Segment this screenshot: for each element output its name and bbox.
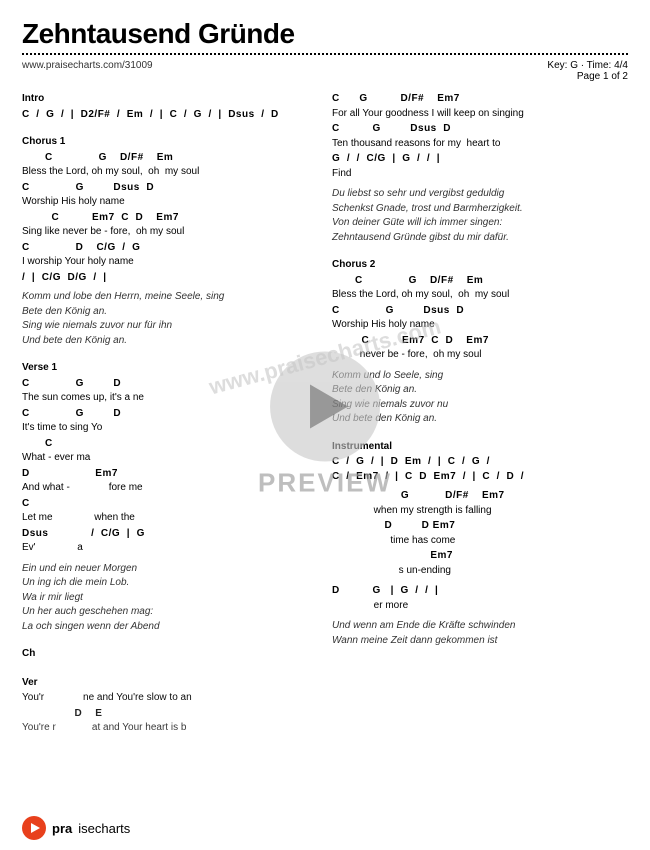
chorus2-german3: Sing wie niemals zuvor nu [332, 398, 628, 413]
left-column: Intro C / G / | D2/F# / Em / | C / G / |… [22, 92, 318, 737]
chorus1-label: Chorus 1 [22, 135, 318, 150]
right-lyric2: Ten thousand reasons for my heart to [332, 137, 628, 152]
footer-play-icon [31, 823, 40, 833]
intro-label: Intro [22, 92, 318, 107]
outro-german1: Und wenn am Ende die Kräfte schwinden [332, 619, 628, 634]
outro-chord: D G | G / / | [332, 584, 628, 599]
verse1-chord6: Dsus / C/G | G [22, 527, 318, 542]
verse1-german5: La och singen wenn der Abend [22, 620, 318, 635]
verse3-lyric1: when my strength is falling [332, 504, 628, 519]
chorus2-chord1: C G D/F# Em [332, 274, 628, 289]
verse3-chord3: Em7 [332, 549, 628, 564]
title-divider [22, 53, 628, 55]
intro-chord: C / G / | D2/F# / Em / | C / G / | Dsus … [22, 108, 318, 123]
verse1-chord2: C G D [22, 407, 318, 422]
instrumental-label: Instrumental [332, 440, 628, 455]
verse-truncated-label: Ver [22, 676, 318, 691]
verse1-chord4: D Em7 [22, 467, 318, 482]
page-info: Page 1 of 2 [547, 71, 628, 82]
footer-brand-normal: isecharts [78, 821, 130, 836]
chorus2-german4: Und bete den König an. [332, 412, 628, 427]
right-chord1: C G D/F# Em7 [332, 92, 628, 107]
chorus1-german1: Komm und lobe den Herrn, meine Seele, si… [22, 290, 318, 305]
verse1-lyric6: Ev' a [22, 541, 318, 556]
chorus1-chord1: C G D/F# Em [22, 151, 318, 166]
right-chord2: C G Dsus D [332, 122, 628, 137]
verse3-chord2: D D Em7 [332, 519, 628, 534]
verse1-chord3: C [22, 437, 318, 452]
page-container: Zehntausend Gründe www.praisecharts.com/… [0, 0, 650, 850]
chorus1-chord5: / | C/G D/G / | [22, 271, 318, 286]
key-time-info: Key: G · Time: 4/4 Page 1 of 2 [547, 60, 628, 82]
chorus2-lyric2: Worship His holy name [332, 318, 628, 333]
chorus1-german4: Und bete den König an. [22, 334, 318, 349]
verse1-german4: Un her auch geschehen mag: [22, 605, 318, 620]
you-line1: You'r ne and You're slow to an [22, 691, 318, 706]
chorus1-lyric1: Bless the Lord, oh my soul, oh my soul [22, 165, 318, 180]
chorus1-lyric3: Sing like never be - fore, oh my soul [22, 225, 318, 240]
verse1-chord5: C [22, 497, 318, 512]
chorus2-german2: Bete den König an. [332, 383, 628, 398]
verse3-chord1: G D/F# Em7 [332, 489, 628, 504]
chorus2-lyric1: Bless the Lord, oh my soul, oh my soul [332, 288, 628, 303]
content-area: Intro C / G / | D2/F# / Em / | C / G / |… [22, 92, 628, 737]
footer-logo[interactable] [22, 816, 46, 840]
verse1-lyric5: Let me when the [22, 511, 318, 526]
verse1-lyric4: And what - fore me [22, 481, 318, 496]
you-line2: You're r at and Your heart is b [22, 721, 318, 736]
verse1-german2: Un ing ich die mein Lob. [22, 576, 318, 591]
instrumental-chord1: C / G / | D Em / | C / G / [332, 455, 628, 470]
chorus2-chord3: C Em7 C D Em7 [332, 334, 628, 349]
right-german3: Von deiner Güte will ich immer singen: [332, 216, 628, 231]
right-column: C G D/F# Em7 For all Your goodness I wil… [332, 92, 628, 737]
chorus-truncated-label: Ch [22, 647, 318, 662]
verse1-german1: Ein und ein neuer Morgen [22, 562, 318, 577]
verse3-lyric2: time has come [332, 534, 628, 549]
footer: pra isecharts [22, 816, 628, 840]
verse1-label: Verse 1 [22, 361, 318, 376]
meta-row: www.praisecharts.com/31009 Key: G · Time… [22, 60, 628, 82]
chorus1-chord3: C Em7 C D Em7 [22, 211, 318, 226]
verse3-lyric3: s un-ending [332, 564, 628, 579]
verse1-german3: Wa ir mir liegt [22, 591, 318, 606]
outro-lyric: er more [332, 599, 628, 614]
page-title: Zehntausend Gründe [22, 18, 628, 50]
right-german1: Du liebst so sehr und vergibst geduldig [332, 187, 628, 202]
right-german2: Schenkst Gnade, trost und Barmherzigkeit… [332, 202, 628, 217]
you-chord: D E [22, 707, 318, 722]
verse1-lyric2: It's time to sing Yo [22, 421, 318, 436]
chorus2-chord2: C G Dsus D [332, 304, 628, 319]
right-german4: Zehntausend Gründe gibst du mir dafür. [332, 231, 628, 246]
verse1-lyric3: What - ever ma [22, 451, 318, 466]
verse1-lyric1: The sun comes up, it's a ne [22, 391, 318, 406]
instrumental-chord2: C / Em7 / | C D Em7 / | C / D / [332, 470, 628, 485]
chorus1-chord4: C D C/G / G [22, 241, 318, 256]
footer-brand-bold: pra [52, 821, 72, 836]
chorus1-german2: Bete den König an. [22, 305, 318, 320]
outro-german2: Wann meine Zeit dann gekommen ist [332, 634, 628, 649]
chorus1-german3: Sing wie niemals zuvor nur für ihn [22, 319, 318, 334]
right-lyric1: For all Your goodness I will keep on sin… [332, 107, 628, 122]
website-url: www.praisecharts.com/31009 [22, 60, 153, 71]
chorus2-lyric3: never be - fore, oh my soul [332, 348, 628, 363]
chorus1-lyric2: Worship His holy name [22, 195, 318, 210]
key-time-text: Key: G · Time: 4/4 [547, 60, 628, 71]
verse1-chord1: C G D [22, 377, 318, 392]
chorus2-german1: Komm und lo Seele, sing [332, 369, 628, 384]
right-lyric3: Find [332, 167, 628, 182]
chorus1-lyric4: I worship Your holy name [22, 255, 318, 270]
chorus1-chord2: C G Dsus D [22, 181, 318, 196]
right-chord3: G / / C/G | G / / | [332, 152, 628, 167]
chorus2-label: Chorus 2 [332, 258, 628, 273]
